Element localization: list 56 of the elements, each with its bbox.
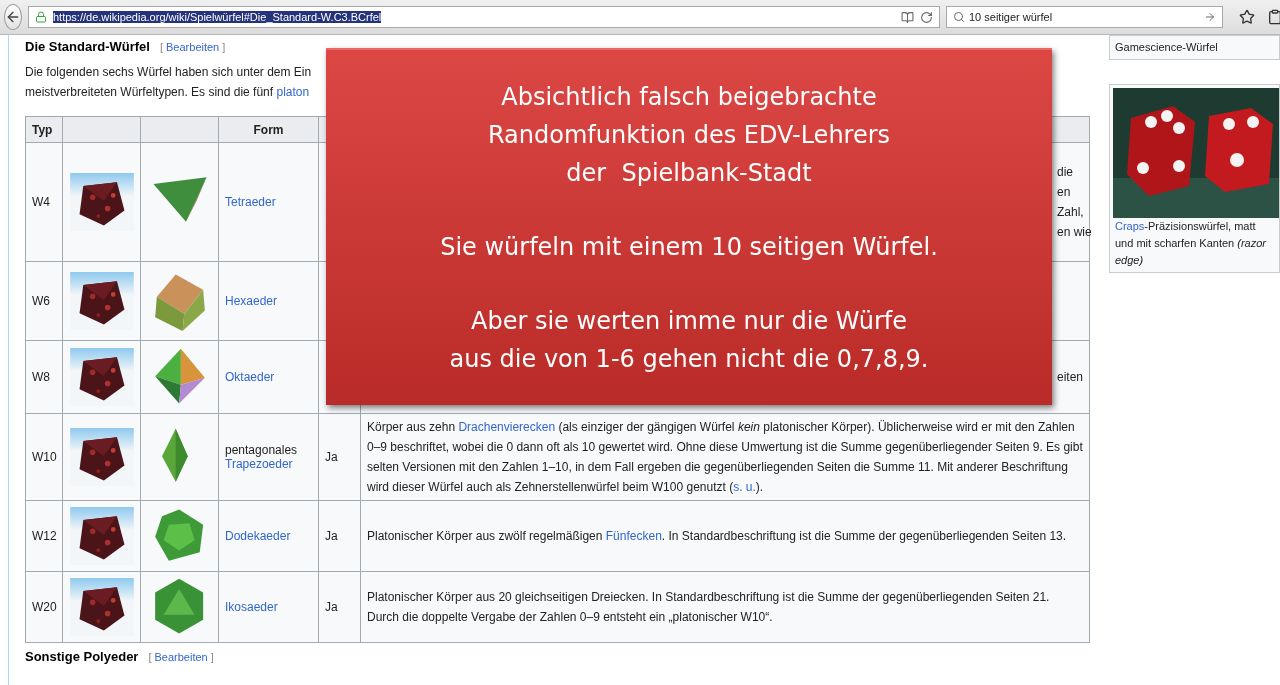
column-header: Form	[218, 116, 319, 143]
form-link[interactable]: Oktaeder	[225, 370, 275, 384]
octahedron-drawing	[154, 348, 205, 404]
banner-text: Aber sie werten imme nur die Würfe aus die von 1-6 gehen nicht die 0,7,8,9.	[449, 305, 929, 375]
trapezohedron-drawing	[161, 428, 188, 482]
lock-icon	[35, 11, 47, 23]
back-button[interactable]	[4, 4, 22, 30]
text-fragment: die	[1057, 164, 1073, 181]
tetrahedron-drawing	[152, 177, 207, 222]
cube-drawing	[154, 274, 205, 331]
search-icon	[953, 11, 965, 23]
image-caption: Craps-Präzisionswürfel, matt und mit scharfen Kanten (razor edge)	[1114, 219, 1268, 268]
text-link[interactable]: Drachenvierecken	[458, 420, 556, 434]
table-cell: W8	[32, 370, 50, 384]
table-cell: Ja	[325, 529, 338, 543]
icosahedron-drawing	[154, 578, 203, 634]
image-caption: Gamescience-Würfel	[1114, 40, 1219, 55]
form-link[interactable]: Dodekaeder	[225, 529, 291, 543]
banner-text: Absichtlich falsch beigebrachte Randomfunktion des EDV-Lehrers der Spielbank-Stadt	[487, 81, 891, 189]
edit-link[interactable]: [ Bearbeiten ]	[148, 651, 214, 663]
form-link[interactable]: Ikosaeder	[225, 600, 278, 614]
table-cell: Ja	[325, 450, 338, 464]
form-link[interactable]: Trapezoeder	[225, 457, 293, 471]
form-link[interactable]: Tetraeder	[225, 195, 276, 209]
column-header: Typ	[25, 116, 63, 143]
text-link[interactable]: s. u.	[733, 480, 756, 494]
text-fragment: en	[1057, 184, 1071, 201]
table-cell: W4	[32, 195, 50, 209]
description-text: Körper aus zehn Drachenvierecken (als einziger der gängigen Würfel kein platonischer Körper). Üblicherweise wird er mit den Zahlen 0–9 beschriftet, wobei die 0 dann oft als 10 gewertet wird. Ohne diese Umwertung ist die Summe gegenüberliegender Seiten 9. Es gibt selten Versionen mit den Zahlen 1–10, in dem Fall ergeben die gegenüberliegenden Seiten die Summe 11. Mit anderer Beschriftung wird dieser Würfel auch als Zehnerstellenwürfel beim W100 genutzt (s. u.).	[367, 419, 1083, 496]
address-bar[interactable]: https://de.wikipedia.org/wiki/Spielwürfel#Die_Standard-W.C3.BCrfel	[28, 6, 940, 28]
clipboard-icon[interactable]	[1267, 9, 1280, 25]
text-link[interactable]: platon	[276, 85, 310, 99]
description-text: Platonischer Körper aus zwölf regelmäßigen Fünfecken. In Standardbeschriftung ist die Summe der gegenüberliegenden Seiten 13.	[367, 528, 1068, 545]
dodecahedron-drawing	[154, 509, 203, 561]
go-arrow-icon[interactable]	[1204, 11, 1216, 23]
text-link[interactable]: Fünfecken	[605, 529, 662, 543]
reader-view-icon[interactable]	[901, 10, 914, 24]
table-cell: W6	[32, 294, 50, 308]
text-link[interactable]: Craps	[1115, 220, 1145, 232]
text-fragment: Zahl,	[1057, 204, 1084, 221]
section-heading: Die Standard-Würfel	[25, 39, 150, 54]
reload-icon[interactable]	[920, 10, 933, 24]
table-cell: Ja	[325, 600, 338, 614]
section-heading: Sonstige Polyeder	[25, 649, 139, 664]
banner-text: Sie würfeln mit einem 10 seitigen Würfel.	[440, 231, 938, 263]
edit-link[interactable]: [ Bearbeiten ]	[159, 41, 226, 53]
text-fragment: en wie	[1057, 224, 1092, 241]
table-cell-text: pentagonales	[225, 443, 299, 457]
description-text: Platonischer Körper aus 20 gleichseitigen Dreiecken. In Standardbeschriftung ist die Summe der gegenüberliegenden Seiten 21. Durch die doppelte Vergabe der Zahlen 0–9 entsteht ein „platonischer W10“.	[367, 589, 1051, 626]
text-fragment: eiten	[1057, 369, 1084, 386]
star-icon[interactable]	[1239, 9, 1255, 25]
search-field[interactable]: 10 seitiger würfel	[946, 6, 1223, 28]
table-cell: W10	[32, 450, 57, 464]
table-cell: W12	[32, 529, 57, 543]
table-cell: W20	[32, 600, 57, 614]
form-link[interactable]: Hexaeder	[225, 294, 278, 308]
